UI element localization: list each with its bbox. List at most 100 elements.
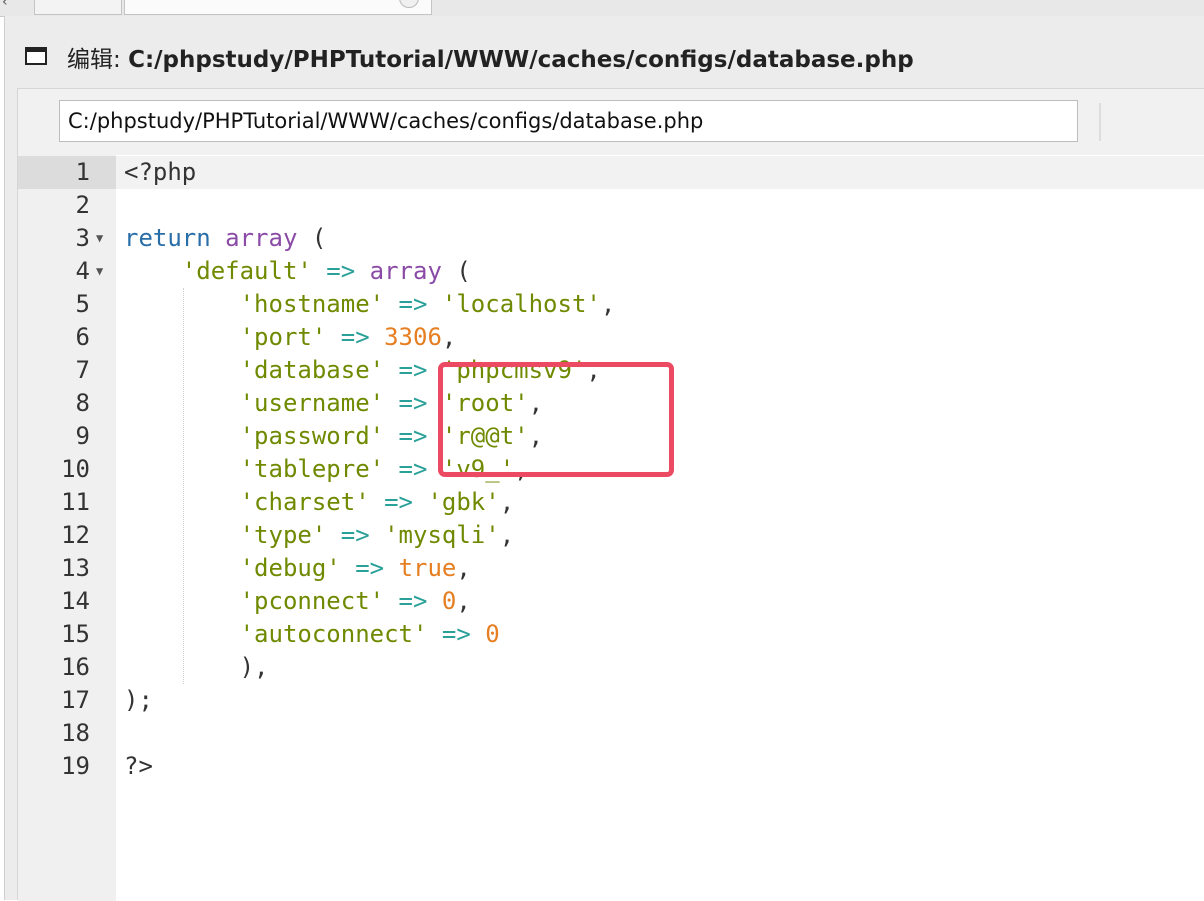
line-number: 15: [61, 620, 90, 648]
code-text: 'hostname' => 'localhost',: [124, 288, 616, 321]
code-token: =>: [340, 323, 370, 351]
file-path-input[interactable]: [59, 100, 1078, 142]
close-icon[interactable]: [399, 0, 419, 8]
code-token: =>: [398, 587, 428, 615]
code-line[interactable]: 4 ▼ 'default' => array (: [18, 255, 1204, 288]
code-token: 'type': [239, 521, 327, 549]
code-token: return: [124, 224, 211, 252]
code-line[interactable]: 12 'type' => 'mysqli',: [18, 519, 1204, 552]
tab-active[interactable]: [124, 0, 432, 15]
code-line[interactable]: 17);: [18, 684, 1204, 717]
code-line[interactable]: 18: [18, 717, 1204, 750]
code-token: =>: [384, 488, 413, 516]
code-token: =>: [340, 521, 370, 549]
line-number: 18: [61, 719, 90, 747]
tab-previous[interactable]: [34, 0, 122, 15]
code-line[interactable]: 1 <?php: [18, 156, 1204, 189]
code-text: 'pconnect' => 0,: [124, 585, 471, 618]
code-token: 'mysqli': [384, 521, 500, 549]
line-number: 14: [61, 587, 90, 615]
line-number: 12: [61, 521, 90, 549]
code-token: ,: [456, 554, 471, 582]
code-token: ,: [600, 290, 616, 318]
editor-panel: 1<?php2 3▼ return array (4▼ 'default' => a…: [17, 88, 1204, 901]
line-number: 19: [61, 752, 90, 780]
line-number: 16: [61, 653, 90, 681]
code-line[interactable]: 2: [18, 189, 1204, 222]
code-token: 'hostname': [239, 290, 385, 318]
window-title: 编辑: C:/phpstudy/PHPTutorial/WWW/caches/c…: [67, 40, 914, 74]
code-line[interactable]: 5 'hostname' => 'localhost',: [18, 288, 1204, 321]
code-token: ,: [456, 587, 471, 615]
code-token: 0: [441, 587, 457, 615]
tab-scroll-left-icon[interactable]: ‹: [2, 0, 8, 10]
code-line[interactable]: 16 ),: [18, 651, 1204, 684]
code-line[interactable]: 3 ▼ return array (: [18, 222, 1204, 255]
code-token: =>: [398, 389, 428, 417]
code-token: =>: [441, 620, 471, 648]
code-line[interactable]: 11 'charset' => 'gbk',: [18, 486, 1204, 519]
code-text: 'type' => 'mysqli',: [124, 519, 515, 552]
code-token: ),: [239, 653, 269, 681]
code-line[interactable]: 15 'autoconnect' => 0: [18, 618, 1204, 651]
line-number: 13: [61, 554, 90, 582]
code-line[interactable]: 6 'port' => 3306,: [18, 321, 1204, 354]
code-token: 0: [485, 620, 500, 648]
code-token: 'default': [181, 257, 312, 285]
line-number: 9: [75, 422, 90, 450]
code-line[interactable]: 19 ?>: [18, 750, 1204, 783]
code-token: =>: [326, 257, 356, 285]
fold-arrow-icon[interactable]: ▼: [96, 255, 103, 288]
window-icon: [25, 47, 47, 65]
code-token: 'debug': [239, 554, 341, 582]
code-token: ?>: [124, 752, 153, 780]
line-number: 2: [75, 191, 90, 219]
code-text: 'port' => 3306,: [124, 321, 457, 354]
code-text: 'debug' => true,: [124, 552, 471, 585]
code-line[interactable]: 14 'pconnect' => 0,: [18, 585, 1204, 618]
line-number: 8: [75, 389, 90, 417]
code-token: (: [441, 257, 471, 285]
annotation-highlight-box: [438, 362, 674, 477]
line-number: 7: [75, 356, 90, 384]
line-number: 6: [75, 323, 90, 351]
line-number: 17: [61, 686, 90, 714]
line-number: 4: [75, 257, 90, 285]
path-bar: [18, 89, 1204, 155]
fold-arrow-icon[interactable]: ▼: [96, 222, 103, 255]
line-number: 10: [61, 455, 90, 483]
code-token: array: [225, 224, 298, 252]
code-token: =>: [398, 290, 428, 318]
code-token: =>: [398, 455, 428, 483]
code-line[interactable]: 13 'debug' => true,: [18, 552, 1204, 585]
code-text: );: [124, 684, 153, 717]
line-number: 3: [75, 224, 90, 252]
code-editor[interactable]: 1 <?php 2 3 ▼ return array (4 ▼ 'default' => a…: [18, 155, 1204, 901]
code-token: =>: [398, 422, 428, 450]
code-text: ?>: [124, 750, 153, 783]
